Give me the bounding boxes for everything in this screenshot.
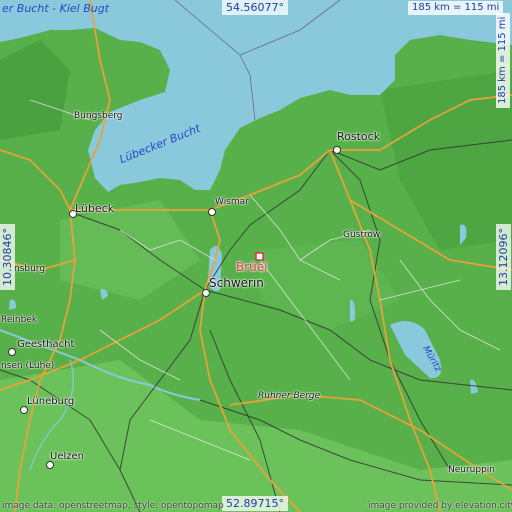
map-view[interactable]: er Bucht - Kiel Bugt Lübecker Bucht Müri… — [0, 0, 512, 512]
nsburg-label: nsburg — [14, 264, 46, 274]
geesthacht-dot — [8, 348, 16, 356]
scale-vertical: 185 km = 115 mi — [496, 12, 510, 108]
map-credit-right: image provided by elevation.city — [368, 501, 512, 511]
schwerin-label: Schwerin — [209, 276, 264, 290]
kiel-bay-label: er Bucht - Kiel Bugt — [2, 2, 110, 15]
scale-horizontal: 185 km = 115 mi — [408, 1, 504, 15]
top-latitude: 54.56077° — [222, 0, 288, 15]
lueneburg-dot — [20, 406, 28, 414]
left-longitude: 10.30846° — [0, 224, 15, 290]
wismar-label: Wismar — [215, 197, 249, 207]
reinbek-label: Reinbek — [1, 315, 38, 325]
luebeck-label: Lübeck — [75, 202, 115, 215]
uelzen-label: Uelzen — [50, 451, 84, 462]
map-canvas — [0, 0, 512, 512]
wismar-dot — [208, 208, 216, 216]
uelzen-dot — [46, 461, 54, 469]
winsen-label: nsen (Luhe) — [1, 361, 55, 371]
ruhner-berge-label: Ruhner Berge — [258, 391, 321, 401]
right-longitude: 13.12096° — [496, 224, 511, 290]
rostock-dot — [333, 146, 341, 154]
geesthacht-label: Geesthacht — [17, 339, 75, 350]
guestrow-label: Güstrow — [343, 230, 381, 240]
schwerin-dot — [202, 289, 210, 297]
lueneburg-label: Lüneburg — [27, 396, 75, 407]
bungsberg-label: Bungsberg — [74, 111, 123, 121]
bottom-latitude: 52.89715° — [222, 496, 288, 511]
rostock-label: Rostock — [337, 130, 381, 143]
brueel-label: Brüel — [236, 260, 268, 274]
neuruppin-label: Neuruppin — [448, 465, 496, 475]
location-marker — [255, 252, 264, 261]
map-credit-left: image data: openstreetmap, style: opento… — [2, 501, 224, 511]
